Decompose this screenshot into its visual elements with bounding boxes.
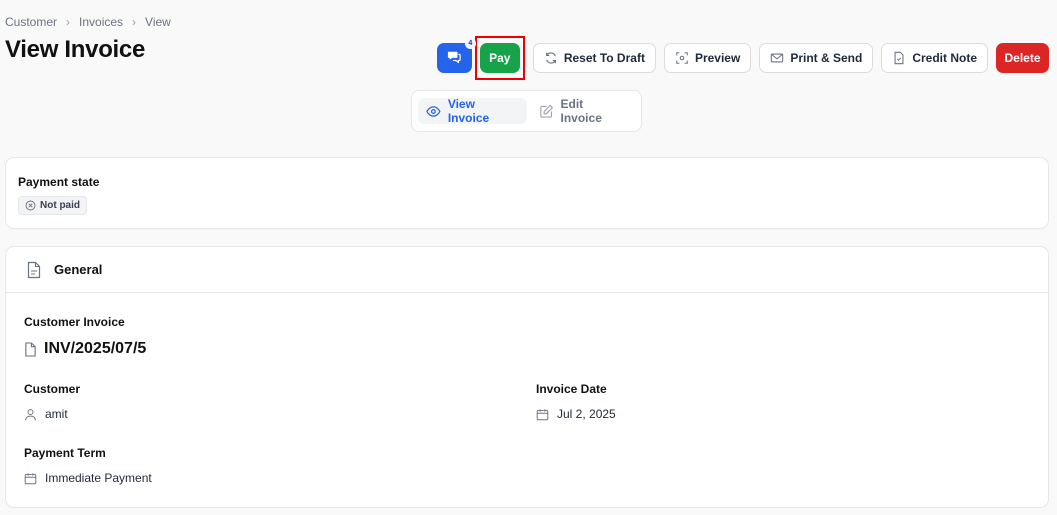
chat-button[interactable]: 4 [436,38,476,73]
invoice-number: INV/2025/07/5 [24,340,146,358]
payment-term-text: Immediate Payment [45,471,152,485]
customer-value: amit [24,407,68,421]
print-send-button[interactable]: Print & Send [759,43,874,73]
toolbar: 4 Pay Reset To Draft Preview Print & Sen… [436,36,1049,80]
scan-eye-icon [676,52,688,64]
payment-state-card: Payment state Not paid [5,157,1049,229]
payment-term-value: Immediate Payment [24,471,152,485]
file-icon [25,341,36,357]
chevron-right-icon: › [66,15,71,29]
tab-view-invoice-label: View Invoice [447,97,490,125]
breadcrumb-invoices[interactable]: Invoices [79,15,123,29]
page-title: View Invoice [5,36,146,63]
credit-note-label: Credit Note [912,51,977,65]
preview-label: Preview [694,51,741,65]
pay-button[interactable]: Pay [479,43,520,73]
tab-edit-invoice-label: Edit Invoice [560,97,602,125]
general-title: General [54,262,103,277]
reset-to-draft-label: Reset To Draft [563,51,645,65]
pay-highlight-box: Pay [474,36,525,80]
breadcrumb: Customer › Invoices › View [5,15,171,29]
credit-note-button[interactable]: Credit Note [881,43,988,73]
x-circle-icon [25,200,36,211]
preview-button[interactable]: Preview [663,43,752,73]
payment-term-label: Payment Term [24,446,106,460]
eye-icon [426,105,441,117]
status-badge-text: Not paid [40,200,80,211]
tab-edit-invoice[interactable]: Edit Invoice [531,97,635,125]
customer-invoice-label: Customer Invoice [24,315,125,329]
invoice-date-value: Jul 2, 2025 [536,407,616,421]
document-icon [894,51,904,65]
file-text-icon [27,261,41,278]
customer-name: amit [45,407,68,421]
chat-icon [447,50,462,67]
mail-icon [771,53,784,63]
general-card: General Customer Invoice INV/2025/07/5 C… [5,246,1049,508]
refresh-icon [545,52,556,64]
pencil-icon [539,104,553,118]
general-section-header: General [6,247,1048,293]
calendar-icon [536,408,549,420]
delete-button[interactable]: Delete [996,43,1049,73]
view-mode-tabs: View Invoice Edit Invoice [411,90,642,132]
calendar-icon [24,472,37,484]
reset-to-draft-button[interactable]: Reset To Draft [532,43,656,73]
customer-label: Customer [24,382,81,396]
chevron-right-icon: › [132,15,137,29]
invoice-date-text: Jul 2, 2025 [557,407,616,421]
invoice-date-label: Invoice Date [536,382,607,396]
print-send-label: Print & Send [790,51,863,65]
tab-view-invoice[interactable]: View Invoice [418,97,527,125]
payment-state-label: Payment state [18,175,100,189]
status-badge: Not paid [18,196,87,215]
user-icon [25,408,36,420]
invoice-number-text: INV/2025/07/5 [44,340,147,357]
notification-badge: 4 [464,38,476,49]
breadcrumb-view: View [145,15,171,29]
breadcrumb-customer[interactable]: Customer [5,15,57,29]
